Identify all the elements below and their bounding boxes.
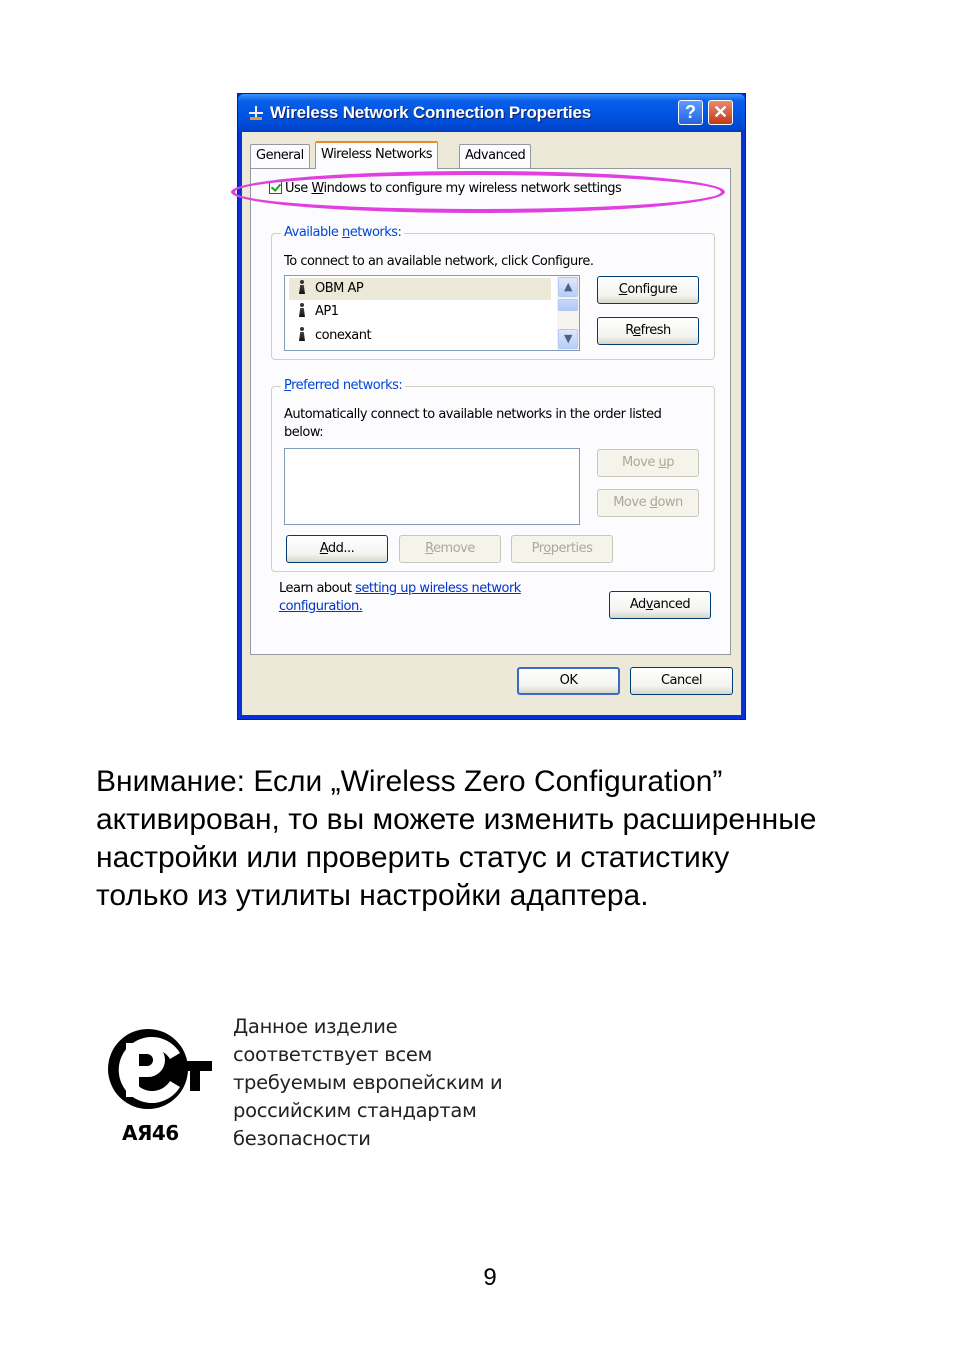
certification-code: АЯ46 [122,1121,179,1145]
ok-button[interactable]: OK [517,667,620,695]
note-line: только из утилиты настройки адаптера. [96,879,649,912]
available-networks-list[interactable]: OBM AP AP1 conexant ▲ ▼ [284,275,580,351]
preferred-networks-group: Preferred networks: Automatically connec… [271,378,715,572]
wireless-network-icon [297,303,307,317]
wireless-networks-panel: Use Windows to configure my wireless net… [231,168,731,655]
list-item[interactable]: AP1 [289,301,339,323]
preferred-networks-list[interactable] [284,448,580,525]
note-line: Внимание: Если „Wireless Zero Configurat… [96,765,723,798]
preferred-networks-label: Preferred networks: [281,378,406,393]
use-windows-checkbox-row[interactable]: Use Windows to configure my wireless net… [231,171,725,213]
scroll-down-icon[interactable]: ▼ [558,329,578,349]
add-button[interactable]: Add... [286,535,388,563]
network-connection-icon [249,106,263,120]
cert-line: безопасности [233,1127,371,1150]
advanced-button[interactable]: Advanced [609,591,711,619]
help-button[interactable]: ? [678,100,703,125]
list-item[interactable]: OBM AP [289,278,551,300]
move-down-button[interactable]: Move down [597,489,699,517]
available-networks-description: To connect to an available network, clic… [284,254,594,269]
wireless-properties-dialog: Wireless Network Connection Properties ?… [231,93,746,720]
available-networks-label: Available networks: [281,225,405,240]
dialog-title: Wireless Network Connection Properties [270,103,591,122]
setup-wireless-link-cont[interactable]: configuration. [279,599,363,614]
tab-advanced[interactable]: Advanced [459,144,532,168]
title-bar[interactable]: Wireless Network Connection Properties ?… [238,94,745,132]
move-up-button[interactable]: Move up [597,449,699,477]
pct-certification-logo [108,1029,212,1109]
cert-line: соответствует всем [233,1043,432,1066]
available-networks-group: Available networks: To connect to an ava… [271,225,715,360]
certification-text: Данное изделие соответствует всем требуе… [233,1013,503,1153]
scroll-up-icon[interactable]: ▲ [558,277,578,297]
cert-line: российским стандартам [233,1099,477,1122]
highlight-oval [231,171,725,213]
remove-button[interactable]: Remove [399,535,501,563]
list-item[interactable]: conexant [289,325,372,347]
refresh-button[interactable]: Refresh [597,317,699,345]
properties-button[interactable]: Properties [511,535,613,563]
wireless-network-icon [297,280,307,294]
close-button[interactable]: ✕ [708,100,733,125]
learn-about-text: Learn about setting up wireless network [279,581,521,596]
tab-wireless-networks[interactable]: Wireless Networks [315,141,439,169]
networks-scrollbar[interactable]: ▲ ▼ [557,276,579,350]
note-line: настройки или проверить статус и статист… [96,841,730,874]
configuration-note: Внимание: Если „Wireless Zero Configurat… [96,763,916,915]
preferred-networks-description: Automatically connect to available netwo… [284,407,662,422]
page-number: 9 [483,1264,497,1291]
dialog-client-area: General Wireless Networks Advanced Use W… [231,132,741,715]
cert-line: требуемым европейским и [233,1071,503,1094]
cert-line: Данное изделие [233,1015,398,1038]
scroll-thumb[interactable] [558,299,578,311]
note-line: активирован, то вы можете изменить расши… [96,803,817,836]
configure-button[interactable]: Configure [597,276,699,304]
preferred-networks-description-cont: below: [284,425,324,440]
tab-general[interactable]: General [250,144,310,168]
setup-wireless-link[interactable]: setting up wireless network [355,581,521,596]
cancel-button[interactable]: Cancel [630,667,733,695]
wireless-network-icon [297,327,307,341]
